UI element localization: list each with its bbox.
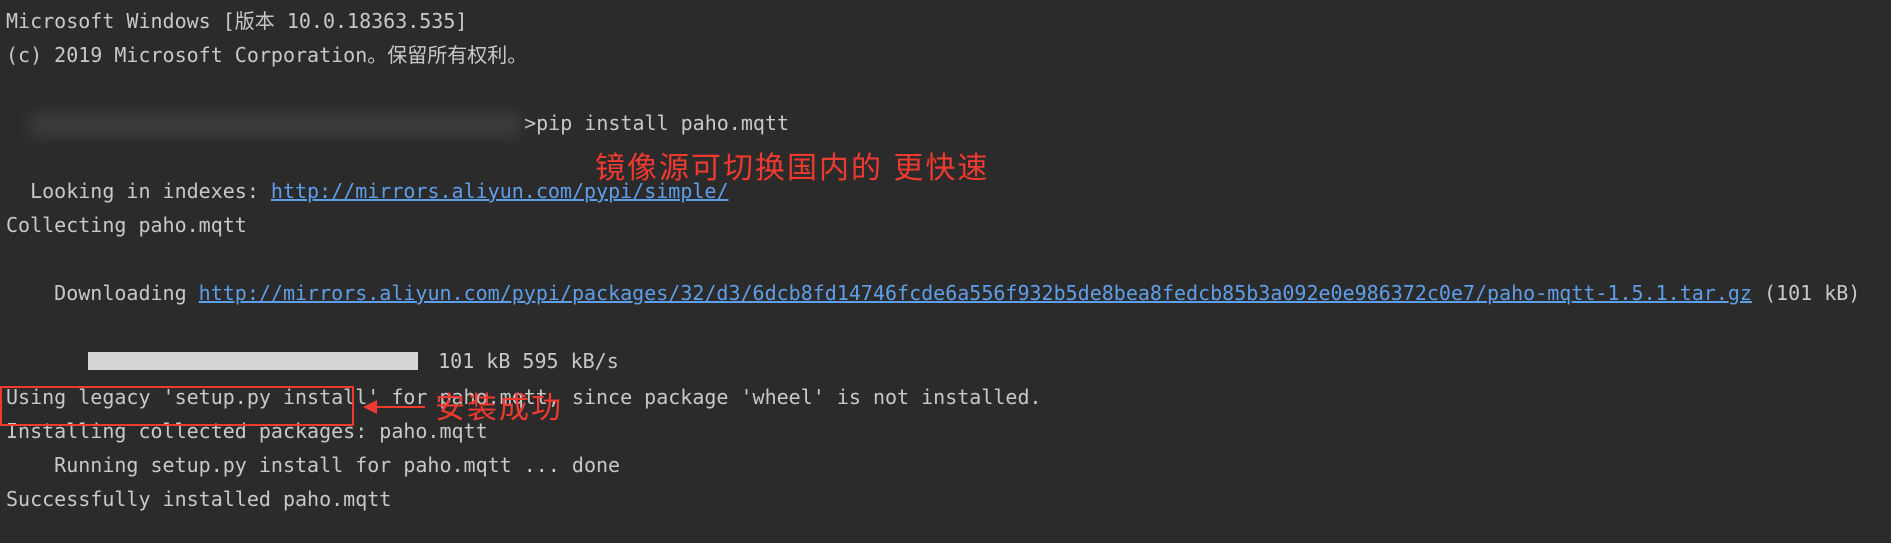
terminal-line-download: Downloading http://mirrors.aliyun.com/py…	[6, 242, 1891, 310]
annotation-success-note: 安装成功	[435, 392, 563, 426]
download-label: Downloading	[30, 281, 199, 305]
redacted-prompt	[30, 112, 520, 138]
terminal-line-copyright: (c) 2019 Microsoft Corporation。保留所有权利。	[6, 38, 1891, 72]
download-size: (101 kB)	[1752, 281, 1860, 305]
annotation-mirror-note: 镜像源可切换国内的 更快速	[595, 152, 989, 186]
progress-bar	[88, 352, 418, 370]
terminal-line-running: Running setup.py install for paho.mqtt .…	[6, 448, 1891, 482]
terminal-line-collecting: Collecting paho.mqtt	[6, 208, 1891, 242]
terminal-line-command: >pip install paho.mqtt	[6, 72, 1891, 140]
terminal-line-version: Microsoft Windows [版本 10.0.18363.535]	[6, 4, 1891, 38]
terminal-line-progress: 101 kB 595 kB/s	[6, 310, 1891, 380]
download-link[interactable]: http://mirrors.aliyun.com/pypi/packages/…	[199, 281, 1752, 305]
terminal-line-success: Successfully installed paho.mqtt	[6, 482, 1891, 516]
terminal-line-installing: Installing collected packages: paho.mqtt	[6, 414, 1891, 448]
annotation-arrow-icon	[365, 406, 425, 408]
terminal-line-legacy: Using legacy 'setup.py install' for paho…	[6, 380, 1891, 414]
indexes-label: Looking in indexes:	[30, 179, 271, 203]
command-text: >pip install paho.mqtt	[524, 111, 789, 135]
progress-text: 101 kB 595 kB/s	[426, 344, 619, 378]
